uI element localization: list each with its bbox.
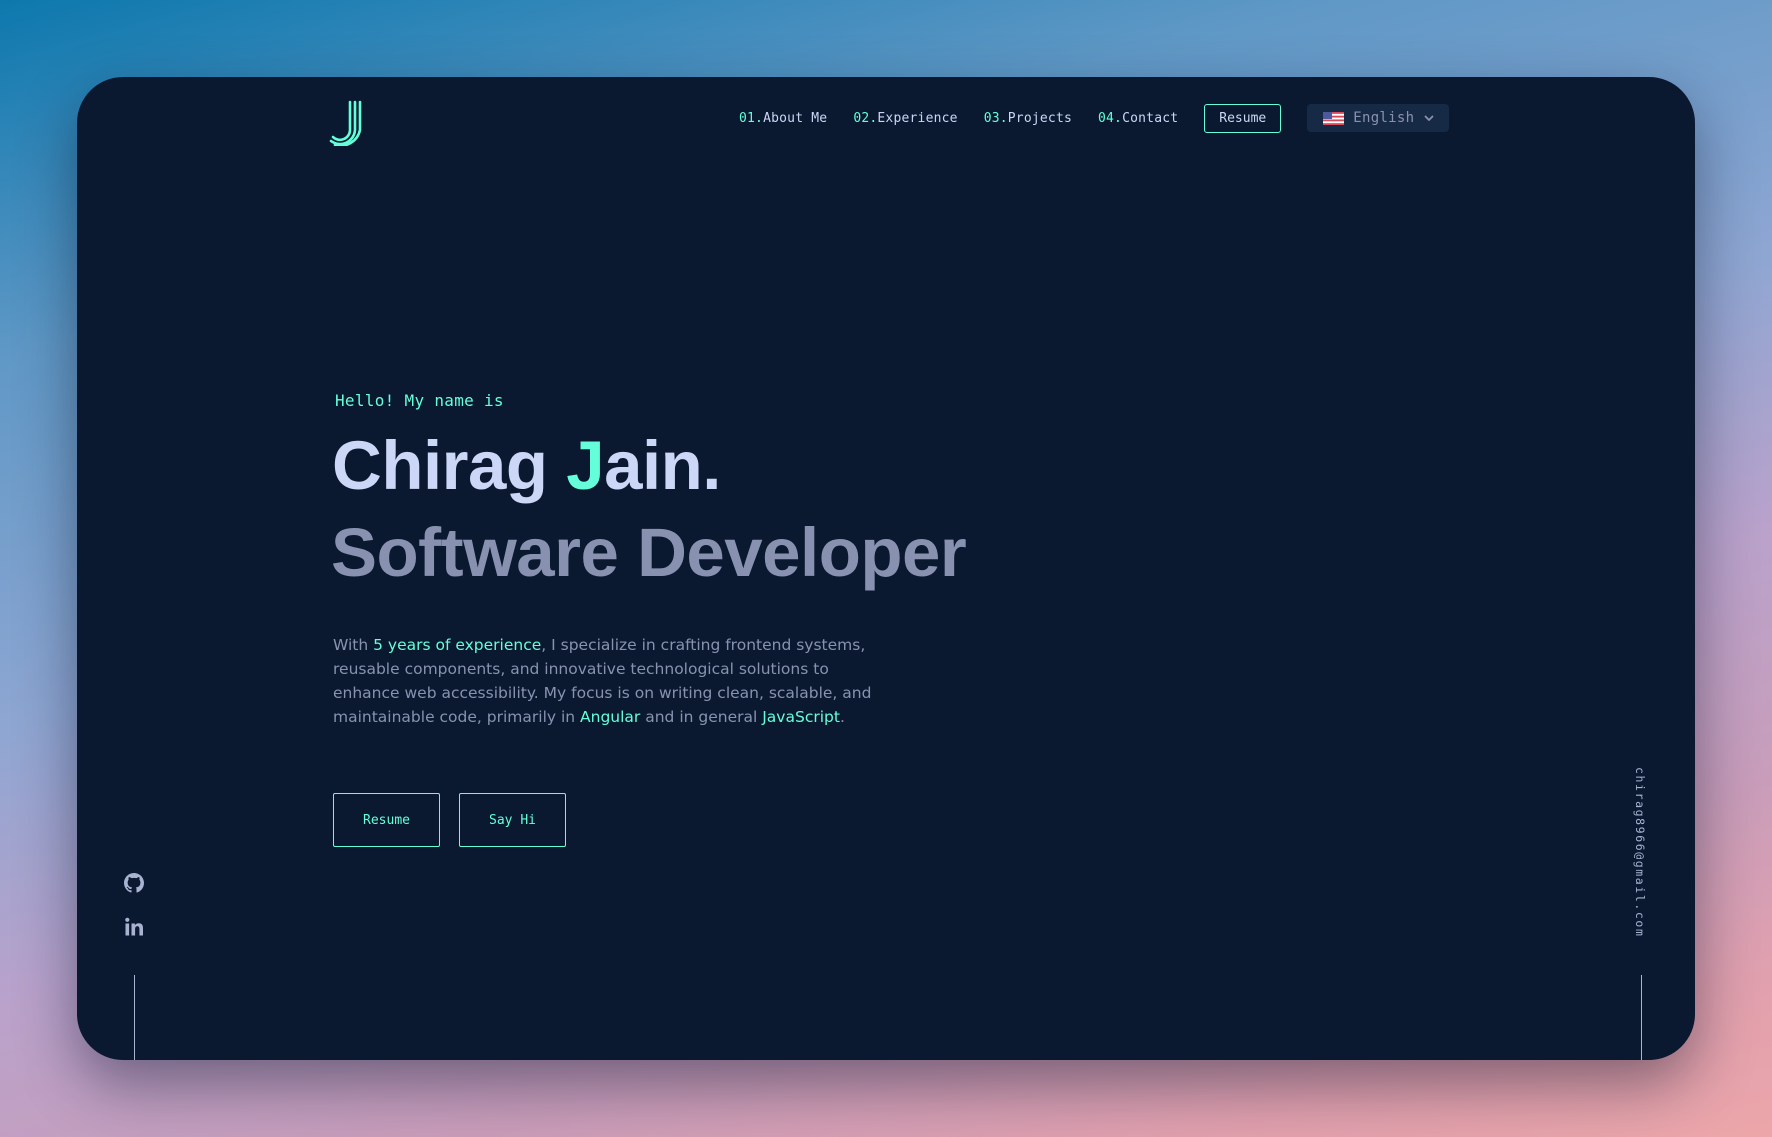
nav-number: 04. bbox=[1098, 110, 1123, 126]
language-dropdown[interactable]: English bbox=[1307, 104, 1450, 132]
bio-highlight-experience: 5 years of experience bbox=[373, 636, 542, 654]
say-hi-button[interactable]: Say Hi bbox=[459, 793, 566, 847]
nav-about-me[interactable]: 01.About Me bbox=[739, 111, 827, 126]
us-flag-icon bbox=[1323, 111, 1345, 125]
portfolio-window: 01.About Me 02.Experience 03.Projects 04… bbox=[77, 77, 1695, 1060]
chevron-down-icon bbox=[1424, 115, 1434, 121]
email-link[interactable]: chirag8966@gmail.com bbox=[1633, 767, 1647, 937]
language-label: English bbox=[1353, 110, 1415, 126]
nav-contact[interactable]: 04.Contact bbox=[1098, 111, 1178, 126]
hero-role: Software Developer bbox=[331, 514, 967, 591]
name-initial: J bbox=[566, 427, 605, 504]
nav-number: 03. bbox=[983, 110, 1008, 126]
bio-highlight-angular: Angular bbox=[580, 708, 641, 726]
top-nav: 01.About Me 02.Experience 03.Projects 04… bbox=[739, 103, 1450, 133]
linkedin-icon[interactable] bbox=[124, 917, 144, 937]
nav-label: Contact bbox=[1122, 110, 1179, 126]
hero-greeting: Hello! My name is bbox=[335, 391, 504, 410]
name-first: Chirag bbox=[332, 427, 567, 504]
nav-experience[interactable]: 02.Experience bbox=[853, 111, 957, 126]
right-divider-line bbox=[1641, 975, 1642, 1060]
hero-name: Chirag Jain. bbox=[332, 425, 721, 508]
hero-bio: With 5 years of experience, I specialize… bbox=[333, 633, 878, 729]
github-icon[interactable] bbox=[124, 873, 144, 893]
nav-projects[interactable]: 03.Projects bbox=[984, 111, 1072, 126]
bio-highlight-javascript: JavaScript bbox=[762, 708, 840, 726]
left-divider-line bbox=[134, 975, 135, 1060]
bio-text: . bbox=[839, 708, 845, 726]
name-rest: ain. bbox=[604, 427, 721, 504]
hero-resume-button[interactable]: Resume bbox=[333, 793, 440, 847]
logo-icon[interactable] bbox=[329, 98, 365, 146]
bio-text: and in general bbox=[640, 708, 763, 726]
bio-text: With bbox=[333, 636, 374, 654]
nav-label: About Me bbox=[763, 110, 828, 126]
nav-resume-button[interactable]: Resume bbox=[1204, 103, 1282, 133]
nav-label: Projects bbox=[1007, 110, 1072, 126]
nav-number: 02. bbox=[853, 110, 878, 126]
nav-number: 01. bbox=[739, 110, 764, 126]
nav-label: Experience bbox=[877, 110, 958, 126]
